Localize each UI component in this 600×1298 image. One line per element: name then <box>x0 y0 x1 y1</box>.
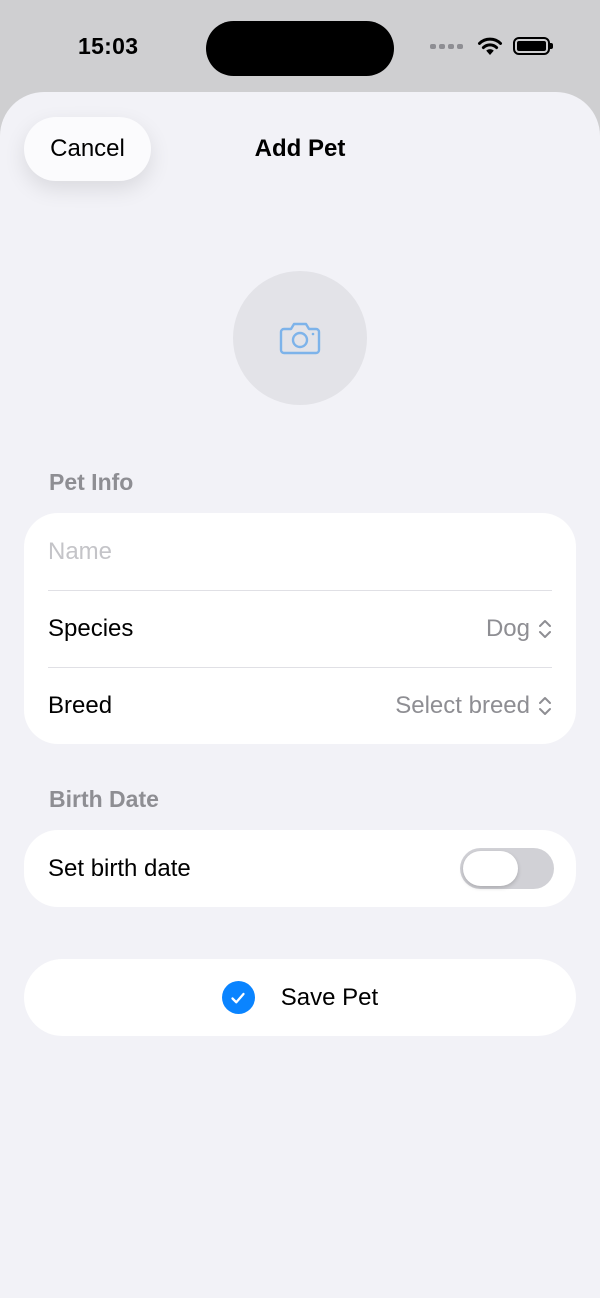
section-header-pet-info: Pet Info <box>49 469 134 495</box>
dynamic-island <box>206 21 394 76</box>
species-picker[interactable]: Dog <box>486 615 552 643</box>
add-pet-sheet: Cancel Add Pet Pet Info Species Dog Bree… <box>0 92 600 1298</box>
signal-dots-icon <box>430 43 463 49</box>
section-header-birth-date: Birth Date <box>49 786 159 812</box>
pet-info-card: Species Dog Breed Select breed <box>24 513 576 744</box>
breed-picker[interactable]: Select breed <box>395 692 552 720</box>
breed-value: Select breed <box>395 691 530 719</box>
chevron-up-down-icon <box>539 619 551 638</box>
species-label: Species <box>48 614 134 642</box>
status-icons <box>430 36 553 56</box>
species-row[interactable]: Species Dog <box>24 590 576 667</box>
birth-date-card: Set birth date <box>24 830 576 907</box>
birth-date-toggle[interactable] <box>460 848 554 889</box>
name-row <box>24 513 576 590</box>
save-pet-label: Save Pet <box>280 983 379 1011</box>
photo-picker-button[interactable] <box>233 271 367 405</box>
species-value: Dog <box>485 614 530 642</box>
toggle-knob <box>463 851 518 886</box>
checkmark-circle-icon <box>221 981 255 1014</box>
save-pet-button[interactable]: Save Pet <box>24 959 576 1036</box>
battery-icon <box>513 37 553 55</box>
name-input[interactable] <box>48 537 552 566</box>
chevron-up-down-icon <box>539 696 551 715</box>
breed-label: Breed <box>48 691 113 719</box>
status-bar: 15:03 <box>0 0 600 92</box>
status-time: 15:03 <box>78 33 139 59</box>
wifi-icon <box>478 37 502 55</box>
camera-icon <box>279 322 321 355</box>
page-title: Add Pet <box>254 135 346 162</box>
breed-row[interactable]: Breed Select breed <box>24 667 576 744</box>
